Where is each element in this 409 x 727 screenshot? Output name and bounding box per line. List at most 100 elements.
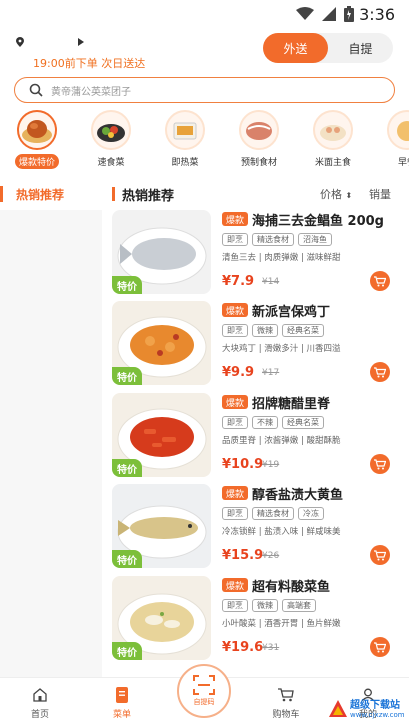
category-label: 速食菜	[97, 158, 125, 168]
sidebar-item-hot-recommend[interactable]: 热销推荐	[0, 178, 102, 210]
add-to-cart-button[interactable]	[370, 545, 390, 565]
battery-icon	[344, 6, 354, 22]
product-tag: 经典名菜	[282, 324, 324, 337]
product-card[interactable]: 特价 爆款 海捕三去金鲳鱼 200g 即烹 精选食材 沼海鱼 清鱼三去 | 肉质…	[112, 210, 399, 302]
product-tags: 即烹 精选食材 沼海鱼	[222, 233, 332, 246]
special-price-badge: 特价	[112, 276, 142, 294]
section-marker	[112, 187, 115, 201]
nav-cart[interactable]: 购物车	[256, 686, 316, 720]
status-time: 3:36	[359, 5, 395, 24]
product-description: 小叶酸菜 | 酒香开胃 | 鱼片鲜嫩	[222, 619, 341, 629]
status-bar: 3:36	[0, 0, 409, 30]
product-tag: 即烹	[222, 233, 248, 246]
product-tag: 微辣	[252, 599, 278, 612]
product-tags: 即烹 微辣 经典名菜	[222, 324, 324, 337]
product-description: 清鱼三去 | 肉质弹嫩 | 滋味鲜甜	[222, 253, 341, 263]
caret-right-icon	[78, 38, 84, 46]
product-tags: 即烹 精选食材 冷冻	[222, 507, 324, 520]
category-instant-dishes[interactable]: 速食菜	[81, 108, 141, 169]
product-original-price: ¥14	[262, 277, 280, 287]
product-card[interactable]: 特价 爆款 新派宫保鸡丁 即烹 微辣 经典名菜 大块鸡丁 | 滑嫩多汁 | 川香…	[112, 301, 399, 393]
product-card[interactable]: 特价 爆款 超有料酸菜鱼 即烹 微辣 高端套 小叶酸菜 | 酒香开胃 | 鱼片鲜…	[112, 576, 399, 668]
nav-home[interactable]: 首页	[10, 686, 70, 720]
search-bar[interactable]: 黄帝蒲公英菜团子	[14, 77, 395, 103]
mode-delivery[interactable]: 外送	[263, 33, 328, 63]
pickup-code-label: 自提码	[193, 698, 215, 706]
product-original-price: ¥17	[262, 368, 280, 378]
product-tag: 高端套	[282, 599, 316, 612]
status-icons	[296, 6, 354, 22]
product-name: 海捕三去金鲳鱼 200g	[252, 214, 384, 229]
product-tag: 沼海鱼	[298, 233, 332, 246]
product-price: ¥9.9	[222, 365, 255, 380]
location-pin-icon	[16, 37, 24, 47]
product-tag: 微辣	[252, 324, 278, 337]
product-price: ¥15.9	[222, 548, 264, 563]
product-tags: 即烹 微辣 高端套	[222, 599, 316, 612]
watermark-text: 超级下载站	[350, 700, 400, 711]
special-price-badge: 特价	[112, 550, 142, 568]
product-name: 招牌糖醋里脊	[252, 397, 331, 412]
delivery-mode-toggle[interactable]: 外送 自提	[263, 33, 393, 63]
product-card[interactable]: 特价 爆款 醇香盐渍大黄鱼 即烹 精选食材 冷冻 冷冻锁鲜 | 盐渍入味 | 鲜…	[112, 484, 399, 576]
product-image-kungpao: 特价	[112, 301, 211, 385]
category-label: 即热菜	[171, 158, 199, 168]
category-breakfast[interactable]: 早餐	[377, 108, 409, 169]
product-tag: 冷冻	[298, 507, 324, 520]
hot-badge: 爆款	[222, 303, 248, 317]
product-tag: 不辣	[252, 416, 278, 429]
product-name: 新派宫保鸡丁	[252, 305, 331, 320]
watermark-logo-icon	[329, 700, 347, 717]
signal-icon	[322, 7, 336, 21]
category-ready-to-heat[interactable]: 即热菜	[155, 108, 215, 169]
product-name: 醇香盐渍大黄鱼	[252, 488, 344, 503]
product-tag: 即烹	[222, 324, 248, 337]
add-to-cart-button[interactable]	[370, 362, 390, 382]
cart-icon	[374, 458, 386, 469]
pickup-code-button[interactable]: 自提码	[177, 664, 231, 718]
scan-icon	[193, 675, 215, 695]
shopping-cart-icon	[278, 688, 294, 702]
category-staples[interactable]: 米面主食	[303, 108, 363, 169]
product-tags: 即烹 不辣 经典名菜	[222, 416, 324, 429]
category-label: 爆款特价	[14, 154, 59, 169]
staples-image	[313, 110, 353, 150]
cart-icon	[374, 275, 386, 286]
product-tag: 即烹	[222, 507, 248, 520]
product-image-yellow-croaker: 特价	[112, 484, 211, 568]
location-selector[interactable]	[14, 36, 114, 50]
product-tag: 经典名菜	[282, 416, 324, 429]
product-tag: 即烹	[222, 599, 248, 612]
hot-badge: 爆款	[222, 395, 248, 409]
product-tag: 精选食材	[252, 507, 294, 520]
sort-by-price[interactable]: 价格 ⬍	[320, 186, 352, 202]
menu-icon	[116, 687, 128, 703]
product-card[interactable]: 特价 爆款 招牌糖醋里脊 即烹 不辣 经典名菜 品质里脊 | 浓酱弹嫩 | 酸甜…	[112, 393, 399, 485]
watermark-url: www.cjxzw.com	[350, 711, 405, 719]
home-icon	[33, 688, 47, 702]
product-image-sweet-sour-pork: 特价	[112, 393, 211, 477]
product-price: ¥10.9	[222, 457, 264, 472]
cart-icon	[374, 641, 386, 652]
add-to-cart-button[interactable]	[370, 271, 390, 291]
sort-price-label: 价格	[320, 188, 342, 201]
category-hot-deals[interactable]: 爆款特价	[7, 108, 67, 169]
add-to-cart-button[interactable]	[370, 454, 390, 474]
prepared-ingredients-image	[239, 110, 279, 150]
special-price-badge: 特价	[112, 642, 142, 660]
watermark: 超级下载站 www.cjxzw.com	[328, 693, 406, 725]
nav-menu[interactable]: 菜单	[92, 686, 152, 720]
hot-badge: 爆款	[222, 578, 248, 592]
mode-pickup[interactable]: 自提	[328, 33, 393, 63]
product-description: 冷冻锁鲜 | 盐渍入味 | 鲜咸味美	[222, 527, 341, 537]
category-prepared-ingredients[interactable]: 预制食材	[229, 108, 289, 169]
add-to-cart-button[interactable]	[370, 637, 390, 657]
delivery-note: 19:00前下单 次日送达	[33, 57, 146, 70]
product-price: ¥7.9	[222, 274, 255, 289]
category-strip: 爆款特价 速食菜 即热菜 预制食材 米面主食 早餐	[0, 108, 409, 174]
sort-arrows-icon: ⬍	[345, 191, 353, 200]
special-price-badge: 特价	[112, 459, 142, 477]
sort-by-sales[interactable]: 销量	[369, 186, 391, 202]
product-description: 大块鸡丁 | 滑嫩多汁 | 川香四溢	[222, 344, 341, 354]
ready-to-heat-image	[165, 110, 205, 150]
